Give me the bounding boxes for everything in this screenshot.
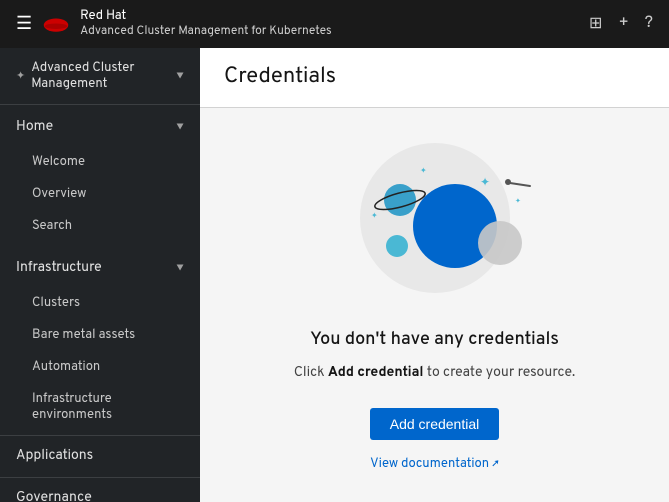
add-credential-text: Add credential [328,365,424,382]
add-icon[interactable]: + [618,14,628,34]
infrastructure-section-label: Infrastructure [16,260,102,277]
app-title-main: Red Hat [80,8,331,24]
main-layout: ✦ Advanced Cluster Management ▼ Home ▼ W… [0,48,669,502]
sidebar-item-search[interactable]: Search [0,210,200,242]
sidebar-item-automation[interactable]: Automation [0,351,200,383]
header-left: ☰ Red Hat Advanced Cluster Management fo… [16,8,589,40]
sidebar-item-infrastructure-environments[interactable]: Infrastructure environments [0,383,200,431]
context-icon: ✦ [16,69,25,84]
redhat-logo-svg [42,14,70,34]
view-docs-label: View documentation [370,456,489,472]
content-body: ✦ ✦ ✦ ✦ You don't have any credentials C… [200,108,669,502]
sidebar-item-welcome[interactable]: Welcome [0,146,200,178]
sidebar-item-governance[interactable]: Governance [0,477,200,502]
sidebar: ✦ Advanced Cluster Management ▼ Home ▼ W… [0,48,200,502]
svg-text:✦: ✦ [515,197,521,206]
description-prefix: Click [294,365,328,382]
sidebar-item-applications[interactable]: Applications [0,435,200,477]
sidebar-item-bare-metal[interactable]: Bare metal assets [0,319,200,351]
sidebar-item-overview[interactable]: Overview [0,178,200,210]
view-documentation-link[interactable]: View documentation↗ [294,456,575,472]
content-area: Credentials [200,48,669,502]
empty-state: ✦ ✦ ✦ ✦ You don't have any credentials C… [264,108,605,502]
external-link-icon: ↗ [492,458,499,472]
help-icon[interactable]: ? [645,14,653,34]
infrastructure-section-header[interactable]: Infrastructure ▼ [0,250,200,287]
svg-text:✦: ✦ [371,212,378,222]
page-title: Credentials [224,64,645,91]
hamburger-menu-icon[interactable]: ☰ [16,13,32,36]
applications-label: Applications [16,448,93,465]
header-right: ⊞ + ? [589,13,653,35]
empty-state-illustration: ✦ ✦ ✦ ✦ [325,138,545,298]
empty-state-description: Click Add credential to create your reso… [294,363,575,384]
governance-label: Governance [16,490,92,502]
grid-icon[interactable]: ⊞ [589,13,602,35]
app-title-block: Red Hat Advanced Cluster Management for … [80,8,331,40]
red-hat-logo [42,14,70,34]
home-chevron-icon: ▼ [176,121,184,134]
context-selector-label: Advanced Cluster Management [31,60,170,92]
app-subtitle: Advanced Cluster Management for Kubernet… [80,24,331,40]
add-credential-button[interactable]: Add credential [370,408,500,440]
svg-text:✦: ✦ [420,167,427,177]
home-section-header[interactable]: Home ▼ [0,109,200,146]
empty-state-heading: You don't have any credentials [294,328,575,351]
infrastructure-section: Infrastructure ▼ Clusters Bare metal ass… [0,246,200,435]
content-header: Credentials [200,48,669,108]
svg-text:✦: ✦ [480,175,490,191]
context-selector[interactable]: ✦ Advanced Cluster Management ▼ [0,48,200,105]
context-chevron-icon: ▼ [176,70,184,83]
description-suffix: to create your resource. [424,365,576,382]
top-header: ☰ Red Hat Advanced Cluster Management fo… [0,0,669,48]
sidebar-item-clusters[interactable]: Clusters [0,287,200,319]
home-section-label: Home [16,119,53,136]
home-section: Home ▼ Welcome Overview Search [0,105,200,246]
infrastructure-chevron-icon: ▼ [176,262,184,275]
